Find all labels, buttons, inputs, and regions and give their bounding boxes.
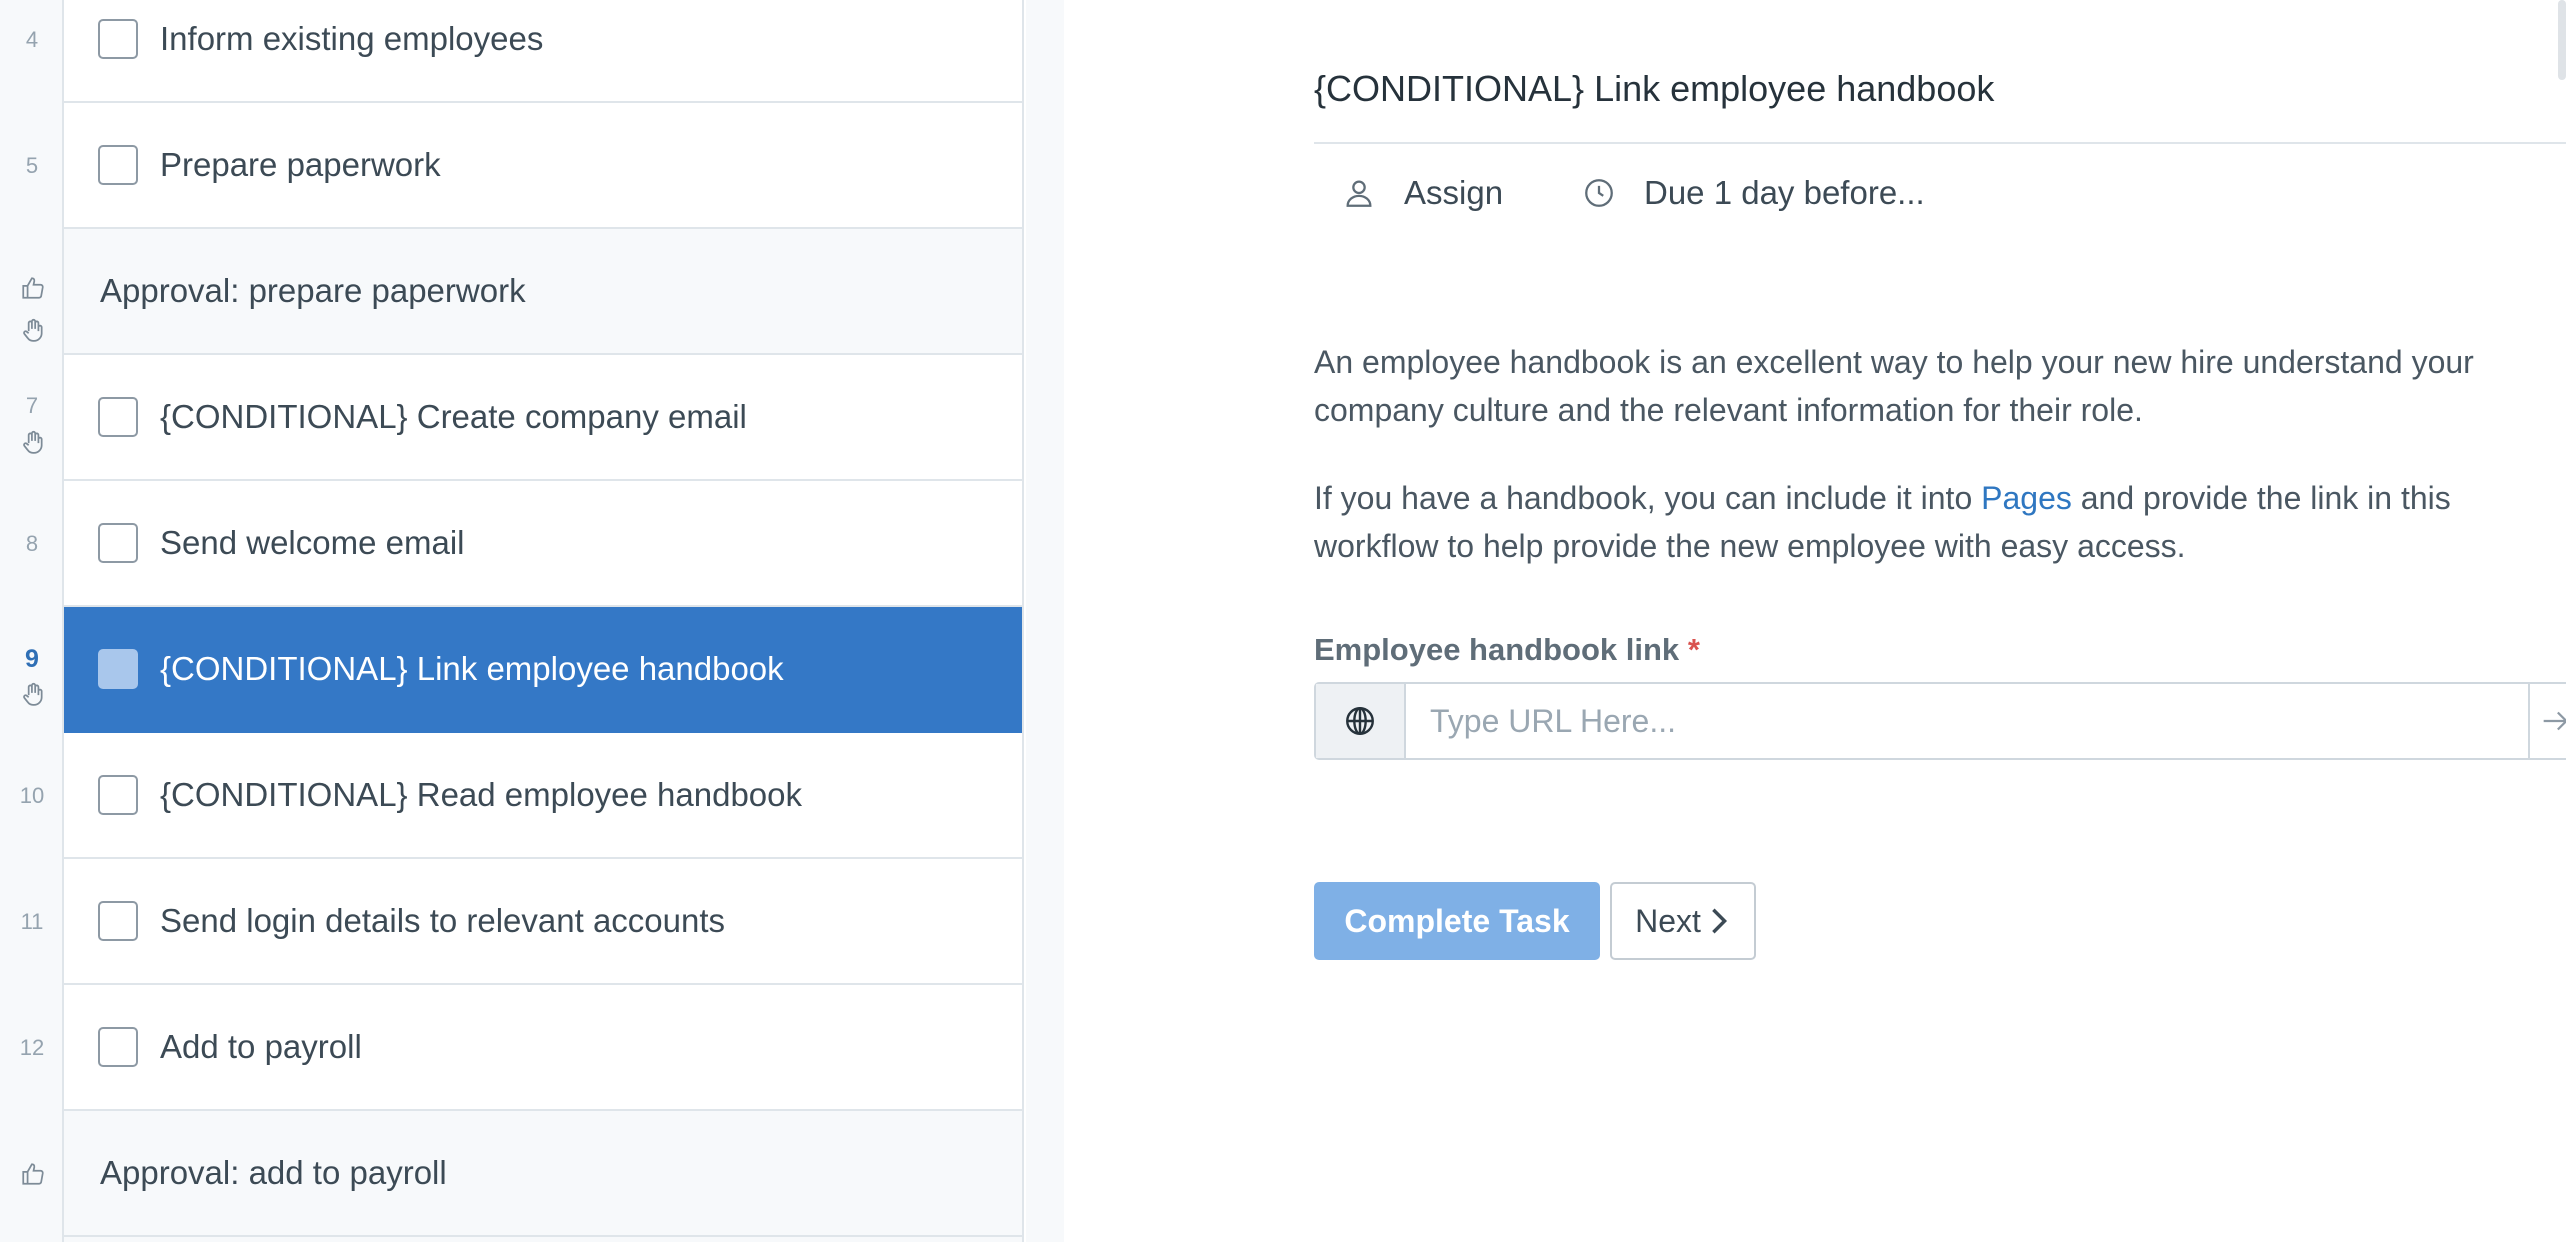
row-number: 9	[25, 645, 39, 673]
task-row[interactable]: Prepare paperwork	[64, 103, 1022, 229]
task-label: Send welcome email	[160, 524, 465, 561]
pane-divider	[1026, 0, 1064, 1242]
task-checkbox[interactable]	[98, 901, 138, 941]
task-title: {CONDITIONAL} Link employee handbook	[1314, 68, 1995, 109]
task-row[interactable]: Send welcome email	[64, 481, 1022, 607]
task-checkbox[interactable]	[98, 775, 138, 815]
task-row[interactable]: {CONDITIONAL} Link employee handbook	[64, 607, 1022, 733]
hand-stop-icon	[20, 429, 46, 455]
handbook-link-label: Employee handbook link *	[1314, 632, 1700, 668]
assign-label: Assign	[1404, 174, 1504, 211]
handbook-link-label-text: Employee handbook link	[1314, 632, 1680, 667]
approval-row[interactable]: Approval: prepare paperwork	[64, 229, 1022, 355]
task-checkbox[interactable]	[98, 19, 138, 59]
task-checkbox[interactable]	[98, 523, 138, 563]
next-label: Next	[1635, 902, 1701, 939]
task-label: Inform existing employees	[160, 20, 544, 57]
globe-icon	[1346, 707, 1374, 735]
handbook-url-field	[1314, 682, 2566, 760]
row-number: 5	[25, 153, 39, 178]
task-label: {CONDITIONAL} Read employee handbook	[160, 776, 803, 813]
description-paragraph-1: An employee handbook is an excellent way…	[1314, 344, 2474, 428]
due-date-button[interactable]: Due 1 day before...	[1582, 170, 1925, 216]
next-button[interactable]: Next	[1610, 882, 1756, 960]
task-checkbox[interactable]	[98, 1027, 138, 1067]
row-number: 8	[25, 531, 39, 556]
gutter-cell: 5	[0, 103, 64, 229]
approval-row[interactable]: Approval: add to payroll	[64, 1111, 1022, 1237]
description-text-before: If you have a handbook, you can include …	[1314, 480, 1982, 516]
gutter-cell: 11	[0, 859, 64, 985]
task-row[interactable]: {CONDITIONAL} Create company email	[64, 355, 1022, 481]
chevron-right-icon	[1712, 908, 1727, 934]
task-list-rows: Inform existing employees Prepare paperwo…	[64, 0, 1022, 1237]
gutter-cell: 4	[0, 0, 64, 103]
gutter-cell	[0, 1111, 64, 1237]
gutter-cell: 8	[0, 481, 64, 607]
clock-icon	[1585, 179, 1613, 207]
task-label: {CONDITIONAL} Create company email	[160, 398, 747, 435]
task-label: Approval: add to payroll	[100, 1154, 447, 1191]
due-label: Due 1 day before...	[1644, 174, 1925, 211]
task-label: Approval: prepare paperwork	[100, 272, 526, 309]
gutter-cell: 7	[0, 355, 64, 481]
task-detail-panel: {CONDITIONAL} Link employee handbook Ass…	[1314, 0, 2566, 1242]
task-list: Inform existing employees Prepare paperwo…	[64, 0, 1024, 1242]
handbook-url-input[interactable]	[1406, 684, 2528, 758]
task-checkbox[interactable]	[98, 649, 138, 689]
gutter-cell: 9	[0, 607, 64, 733]
task-row[interactable]: Send login details to relevant accounts	[64, 859, 1022, 985]
task-label: Prepare paperwork	[160, 146, 441, 183]
complete-task-button[interactable]: Complete Task	[1314, 882, 1600, 960]
thumbs-up-icon	[20, 1161, 46, 1187]
url-open-button[interactable]	[2528, 684, 2566, 758]
required-mark: *	[1687, 632, 1700, 667]
task-checkbox[interactable]	[98, 145, 138, 185]
assign-button[interactable]: Assign	[1342, 170, 1503, 216]
row-number: 4	[25, 27, 39, 52]
user-icon	[1346, 180, 1372, 207]
gutter-cell: 12	[0, 985, 64, 1111]
task-checkbox[interactable]	[98, 397, 138, 437]
row-number: 7	[25, 393, 39, 418]
row-number: 10	[19, 783, 45, 808]
row-number: 11	[20, 909, 44, 934]
task-label: {CONDITIONAL} Link employee handbook	[160, 650, 784, 687]
task-label: Send login details to relevant accounts	[160, 902, 726, 939]
task-row[interactable]: Add to payroll	[64, 985, 1022, 1111]
gutter-cell	[0, 229, 64, 355]
thumbs-up-icon	[20, 275, 46, 301]
gutter-cell: 10	[0, 733, 64, 859]
arrow-right-icon	[2543, 711, 2566, 731]
row-number: 12	[19, 1035, 45, 1060]
task-row[interactable]: {CONDITIONAL} Read employee handbook	[64, 733, 1022, 859]
pages-link[interactable]: Pages	[1981, 480, 2072, 516]
description-paragraph-2: If you have a handbook, you can include …	[1314, 474, 2566, 570]
hand-stop-icon	[20, 317, 46, 343]
task-row[interactable]: Inform existing employees	[64, 0, 1022, 103]
url-prefix	[1316, 684, 1406, 758]
task-label: Add to payroll	[160, 1028, 362, 1065]
hand-stop-icon	[20, 681, 46, 707]
title-divider	[1314, 142, 2566, 144]
row-number-gutter: 4 5 7 8 9 10 11 12	[0, 0, 64, 1242]
scrollbar[interactable]	[2558, 0, 2566, 80]
